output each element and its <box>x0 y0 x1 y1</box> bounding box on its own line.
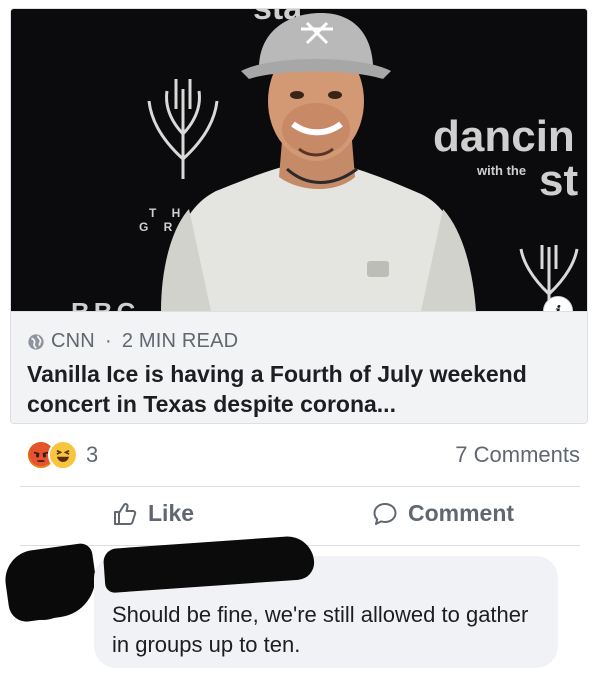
globe-icon <box>28 333 44 350</box>
link-meta[interactable]: CNN · 2 MIN READ Vanilla Ice is having a… <box>11 311 587 423</box>
source-row: CNN · 2 MIN READ <box>27 330 573 353</box>
backdrop-letters: G R <box>139 220 178 234</box>
thumbs-up-icon <box>114 502 137 525</box>
article-headline[interactable]: Vanilla Ice is having a Fourth of July w… <box>27 359 575 419</box>
article-photo[interactable]: T H G R sta BBC dancin with the st <box>11 9 587 311</box>
like-button[interactable]: Like <box>112 500 194 527</box>
backdrop-letters-top: T H <box>149 206 186 220</box>
dancing-logo-suffix: st <box>539 156 578 205</box>
read-time: 2 MIN READ <box>121 330 239 352</box>
redaction-mark <box>102 534 316 594</box>
comments-count[interactable]: 7 Comments <box>455 442 580 468</box>
source-name: CNN <box>51 330 95 352</box>
divider <box>20 486 580 487</box>
redaction-mark <box>1 542 101 624</box>
backdrop-partial-bottom: BBC <box>71 297 139 311</box>
reaction-count: 3 <box>86 442 99 467</box>
like-label: Like <box>148 500 195 526</box>
comment-label: Comment <box>408 500 515 526</box>
dancing-logo-word: dancin <box>433 112 575 161</box>
article-photo-illustration: T H G R sta BBC dancin with the st <box>11 9 587 311</box>
reaction-icons <box>26 440 80 470</box>
comment-button[interactable]: Comment <box>372 500 514 527</box>
haha-reaction-icon <box>48 440 78 470</box>
comment-bubble[interactable]: K Should be fine, we're still allowed to… <box>94 534 558 668</box>
speech-bubble-icon <box>373 502 397 525</box>
dancing-logo-sub: with the <box>476 163 526 178</box>
link-preview-card[interactable]: T H G R sta BBC dancin with the st <box>10 8 588 424</box>
reactions-summary[interactable]: 3 <box>26 440 98 470</box>
commenter-name[interactable]: K <box>102 534 540 594</box>
source-separator: · <box>104 330 112 352</box>
comment-text: Should be fine, we're still allowed to g… <box>112 602 529 657</box>
